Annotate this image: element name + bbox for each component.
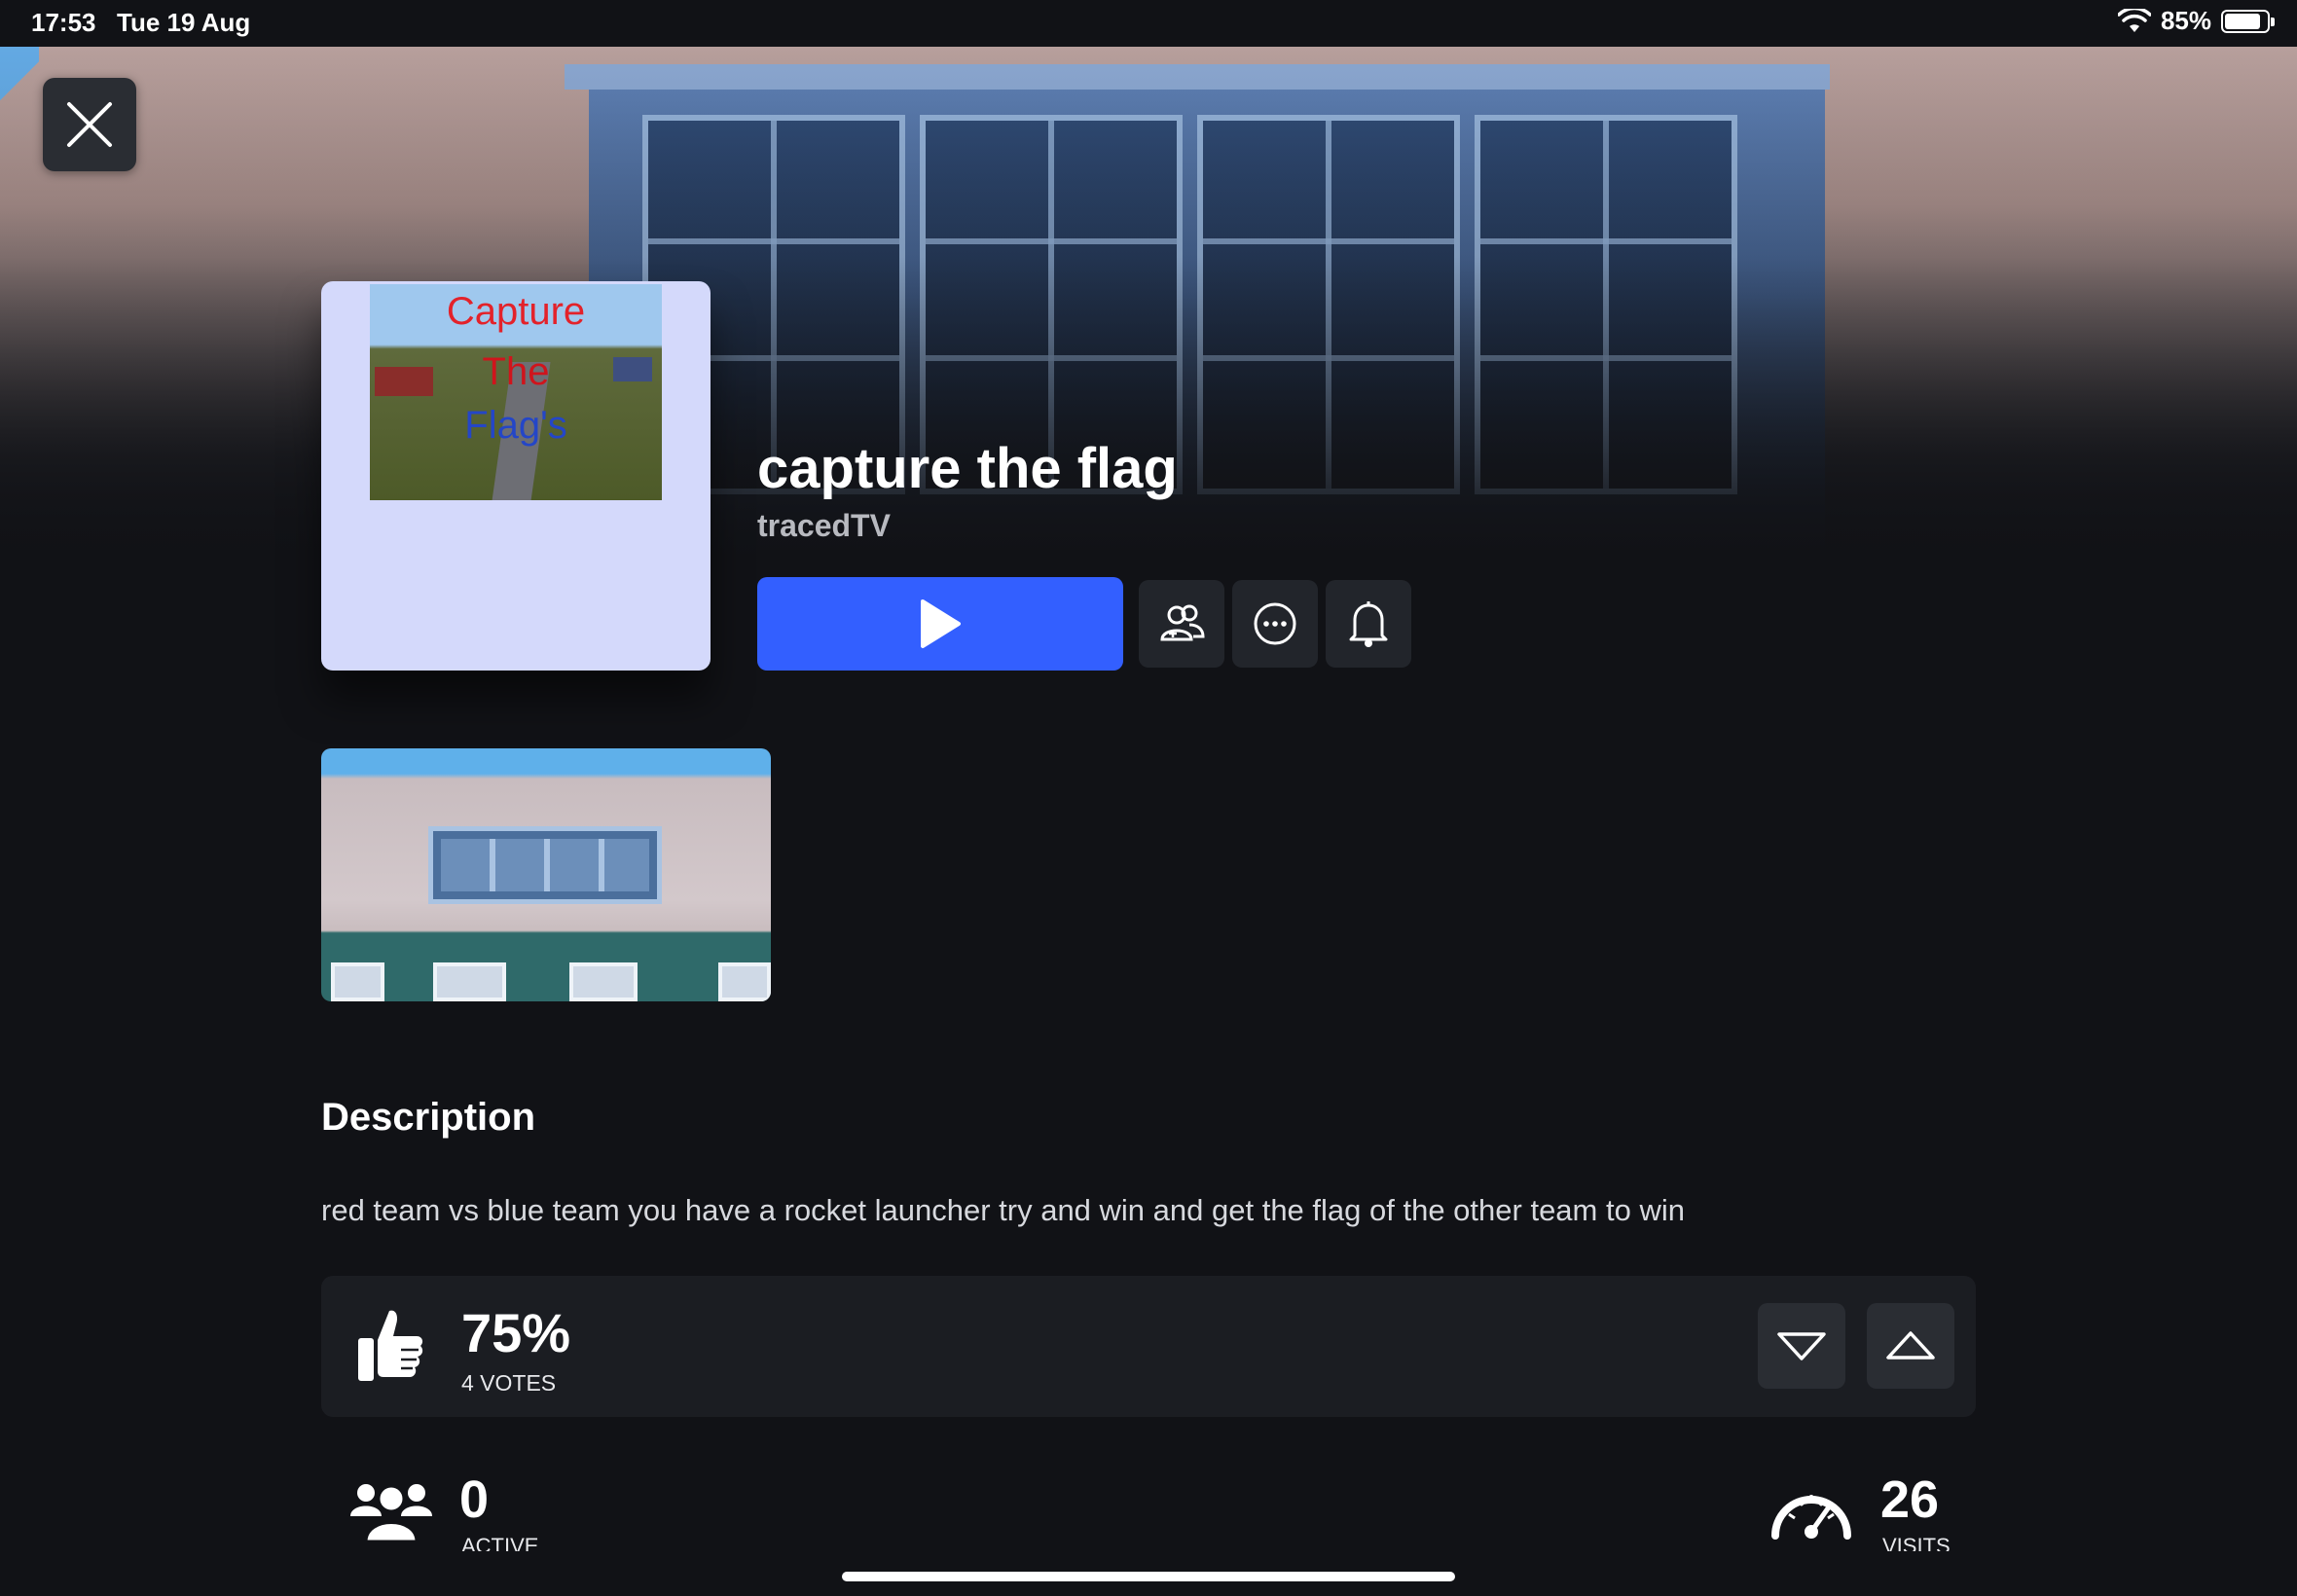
battery-fill	[2225, 13, 2260, 29]
battery-icon	[2221, 9, 2275, 33]
active-label: ACTIVE	[461, 1534, 539, 1551]
vote-count: 4 VOTES	[461, 1370, 557, 1396]
bell-icon	[1349, 601, 1388, 647]
screenshot-window	[718, 962, 771, 1001]
more-button[interactable]	[1232, 580, 1318, 668]
more-icon	[1254, 602, 1296, 645]
dislike-button[interactable]	[1758, 1303, 1845, 1389]
status-date: Tue 19 Aug	[117, 8, 251, 37]
screenshot-window	[433, 962, 506, 1001]
close-icon	[67, 102, 112, 147]
active-count: 0	[459, 1470, 490, 1529]
play-icon	[921, 599, 961, 648]
screenshot-dormer	[428, 826, 662, 904]
party-icon	[1160, 604, 1205, 641]
people-icon	[350, 1484, 432, 1543]
screenshot-window	[331, 962, 384, 1001]
icon-title-line: The	[482, 350, 550, 393]
status-time: 17:53	[31, 8, 96, 37]
description-text: red team vs blue team you have a rocket …	[321, 1193, 1685, 1227]
battery-percent: 85%	[2160, 6, 2211, 35]
status-right: 85%	[2117, 6, 2275, 36]
vote-percent: 75%	[461, 1302, 571, 1363]
status-bar: 17:53 Tue 19 Aug 85%	[0, 0, 2297, 47]
game-icon-thumbnail: Capture The Flag's	[370, 284, 662, 500]
game-icon: Capture The Flag's	[321, 281, 711, 671]
thumbs-up-icon	[358, 1310, 423, 1381]
vote-card: 75% 4 VOTES	[321, 1276, 1976, 1417]
like-button[interactable]	[1867, 1303, 1954, 1389]
icon-title-line: Flag's	[464, 404, 567, 447]
game-title: capture the flag	[757, 437, 1178, 500]
description-heading: Description	[321, 1096, 536, 1139]
game-screenshot[interactable]	[321, 748, 771, 1001]
speedometer-icon	[1771, 1495, 1851, 1540]
visits-count: 26	[1880, 1470, 1940, 1529]
visits-label: VISITS	[1882, 1534, 1951, 1551]
notify-button[interactable]	[1326, 580, 1411, 668]
wifi-icon	[2117, 8, 2151, 32]
game-creator[interactable]: tracedTV	[757, 508, 891, 544]
close-button[interactable]	[43, 78, 136, 171]
thumbs-down-icon	[1777, 1332, 1826, 1360]
screenshot-door	[569, 962, 638, 1001]
icon-title-line: Capture	[446, 290, 586, 333]
thumbs-up-outline-icon	[1886, 1331, 1935, 1360]
home-indicator[interactable]	[842, 1572, 1455, 1581]
play-button[interactable]	[757, 577, 1123, 671]
party-button[interactable]	[1139, 580, 1224, 668]
